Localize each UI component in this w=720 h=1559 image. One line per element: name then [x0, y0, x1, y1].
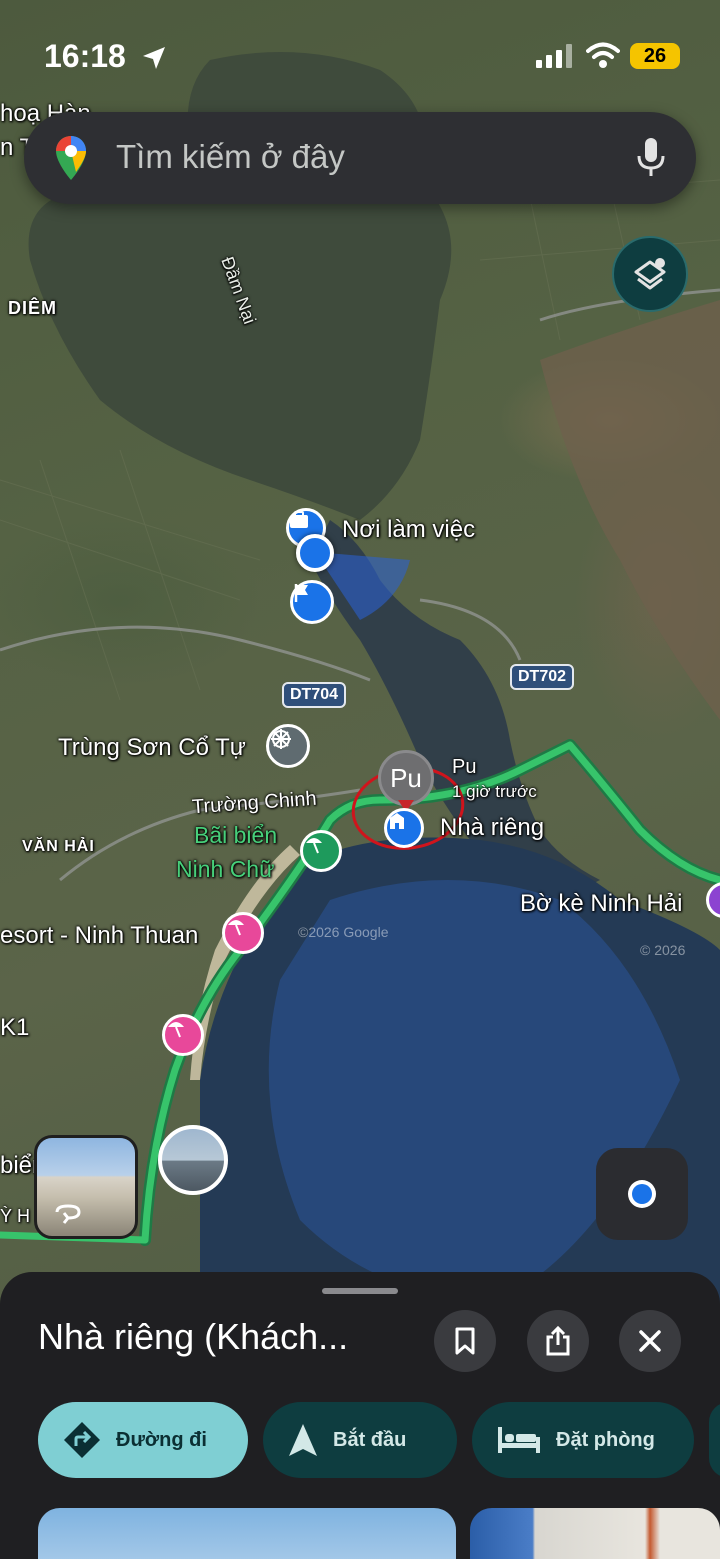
- location-arrow-icon: [143, 47, 165, 69]
- search-bar[interactable]: Tìm kiếm ở đây: [24, 112, 696, 204]
- save-button[interactable]: [434, 1310, 496, 1372]
- google-maps-logo-icon: [56, 136, 86, 180]
- road-badge-dt704: DT704: [282, 682, 347, 708]
- status-bar: 16:18 26: [0, 0, 720, 110]
- map-label-diem: DIÊM: [8, 298, 57, 318]
- home-pin[interactable]: [384, 808, 424, 848]
- beach-umbrella-icon: [168, 1022, 184, 1038]
- start-button[interactable]: Bắt đầu: [263, 1402, 457, 1478]
- map-label-nha-rieng[interactable]: Nhà riêng: [440, 814, 544, 842]
- cellular-signal-icon: [536, 44, 572, 68]
- rotate-360-icon: [55, 1204, 81, 1224]
- beach-pin-2[interactable]: [162, 1014, 204, 1056]
- map-label-trung-son[interactable]: Trùng Sơn Cổ Tự: [58, 734, 246, 762]
- beach-umbrella-icon: [228, 920, 244, 936]
- drag-handle[interactable]: [322, 1288, 398, 1294]
- place-photo-1[interactable]: [38, 1508, 456, 1559]
- map-label-k1: K1: [0, 1014, 30, 1041]
- place-title: Nhà riêng (Khách...: [38, 1316, 349, 1357]
- directions-button[interactable]: Đường đi: [38, 1402, 248, 1478]
- avatar-initials: Pu: [390, 762, 422, 793]
- directions-label: Đường đi: [116, 1428, 207, 1451]
- map-label-bai-bien-2[interactable]: Ninh Chữ: [176, 856, 275, 883]
- status-time: 16:18: [44, 38, 126, 74]
- place-photo-2[interactable]: [470, 1508, 720, 1559]
- my-location-button[interactable]: [596, 1148, 688, 1240]
- map-label-pu-time: 1 giờ trước: [452, 782, 537, 801]
- flag-pin[interactable]: [290, 580, 334, 624]
- street-view-thumbnail[interactable]: [34, 1135, 138, 1239]
- beach-pin[interactable]: [300, 830, 342, 872]
- map-label-bai-bien-1[interactable]: Bãi biển: [194, 822, 277, 849]
- share-button[interactable]: [527, 1310, 589, 1372]
- wifi-icon: [586, 42, 620, 68]
- battery-indicator: 26: [630, 43, 680, 69]
- dharma-wheel-icon: [271, 729, 291, 749]
- map-label-resort[interactable]: esort - Ninh Thuan: [0, 922, 198, 950]
- more-actions-chip[interactable]: [709, 1402, 720, 1478]
- map-copyright-2: © 2026: [640, 942, 686, 958]
- share-icon: [546, 1326, 570, 1356]
- directions-icon: [64, 1422, 100, 1458]
- close-icon: [639, 1330, 661, 1352]
- current-location-dot: [296, 534, 334, 572]
- bookmark-icon: [455, 1327, 475, 1355]
- microphone-icon[interactable]: [636, 136, 666, 180]
- briefcase-icon: [290, 511, 308, 528]
- flag-icon: [294, 584, 308, 602]
- my-location-icon: [628, 1180, 656, 1208]
- search-input[interactable]: Tìm kiếm ở đây: [116, 138, 345, 176]
- home-icon: [390, 813, 404, 829]
- resort-pin[interactable]: [222, 912, 264, 954]
- book-room-label: Đặt phòng: [556, 1428, 655, 1451]
- temple-pin[interactable]: [266, 724, 310, 768]
- map-label-noi-lam-viec[interactable]: Nơi làm việc: [342, 516, 475, 544]
- map-copyright: ©2026 Google: [298, 924, 389, 940]
- start-label: Bắt đầu: [333, 1428, 407, 1451]
- beach-umbrella-icon: [306, 838, 322, 854]
- navigation-arrow-icon: [289, 1424, 317, 1456]
- bed-icon: [498, 1427, 540, 1453]
- photo-pin[interactable]: [158, 1125, 228, 1195]
- book-room-button[interactable]: Đặt phòng: [472, 1402, 694, 1478]
- layers-icon: [634, 258, 666, 290]
- close-button[interactable]: [619, 1310, 681, 1372]
- road-badge-dt702: DT702: [510, 664, 575, 690]
- place-bottom-sheet[interactable]: Nhà riêng (Khách... Đường đi Bắt đầu Đặt…: [0, 1272, 720, 1559]
- map-label-van-hai: VĂN HẢI: [22, 838, 95, 855]
- map-label-pu-name: Pu: [452, 756, 477, 778]
- map-label-bo-ke[interactable]: Bờ kè Ninh Hải: [520, 890, 682, 918]
- shared-location-avatar-pu[interactable]: Pu: [378, 750, 434, 806]
- map-label-y-h: Ỳ H: [0, 1206, 31, 1226]
- layers-button[interactable]: [612, 236, 688, 312]
